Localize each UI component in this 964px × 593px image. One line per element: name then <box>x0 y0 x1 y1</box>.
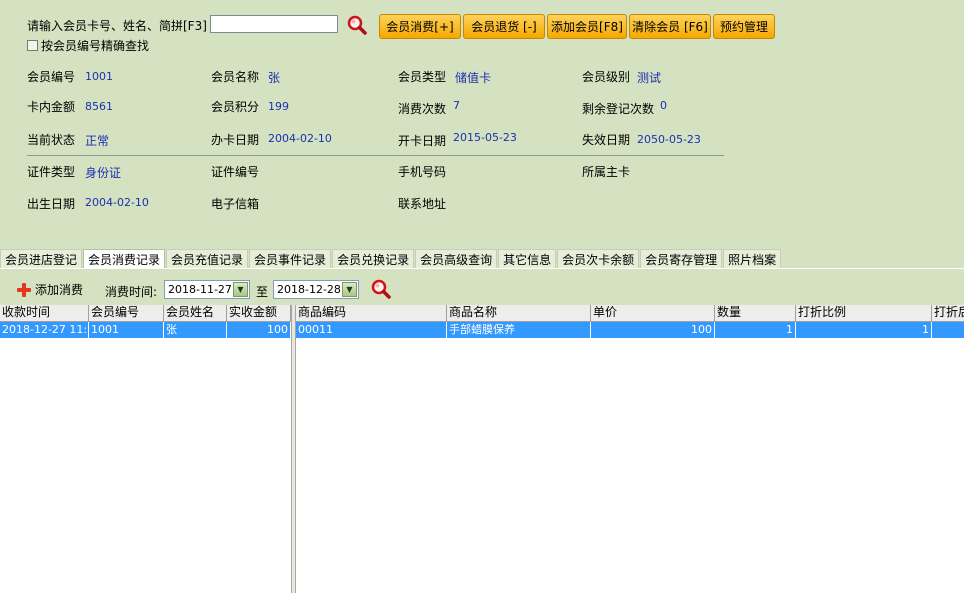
column-header[interactable]: 打折后 <box>932 305 964 321</box>
table-row[interactable]: 00011 手部蜡膜保养 100 1 1 <box>296 322 964 338</box>
tab-consume-records[interactable]: 会员消费记录 <box>83 249 166 269</box>
plus-icon <box>17 282 31 297</box>
add-consume-label: 添加消费 <box>35 283 84 297</box>
column-header[interactable]: 会员编号 <box>89 305 164 321</box>
column-header[interactable]: 数量 <box>715 305 796 321</box>
field-value-issue-date: 2004-02-10 <box>268 132 332 145</box>
field-label-status: 当前状态 <box>27 133 76 147</box>
column-header[interactable]: 单价 <box>591 305 715 321</box>
search-icon[interactable] <box>346 14 368 36</box>
field-value-id-type: 身份证 <box>85 166 122 180</box>
tab-deposit-management[interactable]: 会员寄存管理 <box>640 249 723 268</box>
field-label-email: 电子信箱 <box>211 197 260 211</box>
table-cell <box>932 322 964 338</box>
tab-advanced-query[interactable]: 会员高级查询 <box>415 249 498 268</box>
field-label-member-id: 会员编号 <box>27 70 76 84</box>
field-label-issue-date: 办卡日期 <box>211 133 260 147</box>
tab-exchange-records[interactable]: 会员兑换记录 <box>332 249 415 268</box>
table-cell: 1001 <box>89 322 164 338</box>
field-label-points: 会员积分 <box>211 100 260 114</box>
column-header[interactable]: 商品编码 <box>296 305 447 321</box>
tab-photo-archive[interactable]: 照片档案 <box>723 249 782 268</box>
field-label-consume-count: 消费次数 <box>398 102 447 116</box>
divider <box>27 155 724 156</box>
field-value-member-level: 测试 <box>637 71 662 85</box>
search-label: 请输入会员卡号、姓名、简拼[F3] <box>27 19 207 33</box>
tab-card-balance[interactable]: 会员次卡余额 <box>557 249 640 268</box>
field-value-open-date: 2015-05-23 <box>453 131 517 144</box>
field-value-points: 199 <box>268 100 289 113</box>
field-label-address: 联系地址 <box>398 197 447 211</box>
add-member-button[interactable]: 添加会员[F8] <box>547 14 627 39</box>
field-label-member-type: 会员类型 <box>398 70 447 84</box>
grid-header: 收款时间 会员编号 会员姓名 实收金额 <box>0 305 291 322</box>
field-value-status: 正常 <box>85 134 110 148</box>
table-cell: 1 <box>715 322 796 338</box>
table-row[interactable]: 2018-12-27 11: 1001 张 100 <box>0 322 291 338</box>
consume-time-label: 消费时间: <box>105 285 158 299</box>
date-to-value: 2018-12-28 <box>277 283 341 296</box>
grid-header: 商品编码 商品名称 单价 数量 打折比例 打折后 <box>296 305 964 322</box>
field-value-member-id: 1001 <box>85 70 113 83</box>
table-cell: 1 <box>796 322 932 338</box>
field-label-main-card: 所属主卡 <box>582 165 631 179</box>
member-return-button[interactable]: 会员退货 [-] <box>463 14 545 39</box>
field-label-member-level: 会员级别 <box>582 70 631 84</box>
tab-event-records[interactable]: 会员事件记录 <box>249 249 332 268</box>
table-cell: 张 <box>164 322 227 338</box>
table-cell: 100 <box>591 322 715 338</box>
field-label-remaining-count: 剩余登记次数 <box>582 102 655 116</box>
member-consume-button[interactable]: 会员消费[+] <box>379 14 461 39</box>
field-label-id-type: 证件类型 <box>27 165 76 179</box>
field-label-phone: 手机号码 <box>398 165 447 179</box>
column-header[interactable]: 收款时间 <box>0 305 89 321</box>
payment-grid: 收款时间 会员编号 会员姓名 实收金额 2018-12-27 11: 1001 … <box>0 305 291 593</box>
tab-recharge-records[interactable]: 会员充值记录 <box>166 249 249 268</box>
search-input[interactable] <box>210 15 338 33</box>
exact-match-checkbox[interactable]: 按会员编号精确查找 <box>27 37 149 54</box>
field-label-card-balance: 卡内金额 <box>27 100 76 114</box>
tab-bar: 会员进店登记 会员消费记录 会员充值记录 会员事件记录 会员兑换记录 会员高级查… <box>0 249 782 269</box>
date-from-value: 2018-11-27 <box>168 283 232 296</box>
field-label-expire-date: 失效日期 <box>582 133 631 147</box>
field-value-member-name: 张 <box>268 71 281 85</box>
table-cell: 手部蜡膜保养 <box>447 322 591 338</box>
tab-store-checkin[interactable]: 会员进店登记 <box>0 249 83 268</box>
column-header[interactable]: 商品名称 <box>447 305 591 321</box>
date-from-picker[interactable]: 2018-11-27 ▼ <box>164 280 250 299</box>
chevron-down-icon[interactable]: ▼ <box>233 282 248 297</box>
field-label-id-number: 证件编号 <box>211 165 260 179</box>
field-value-birth-date: 2004-02-10 <box>85 196 149 209</box>
field-label-open-date: 开卡日期 <box>398 134 447 148</box>
to-label: 至 <box>256 285 269 299</box>
search-icon[interactable] <box>370 278 392 300</box>
tab-other-info[interactable]: 其它信息 <box>498 249 557 268</box>
field-value-card-balance: 8561 <box>85 100 113 113</box>
column-header[interactable]: 实收金额 <box>227 305 291 321</box>
clear-member-button[interactable]: 清除会员 [F6] <box>629 14 711 39</box>
table-cell: 00011 <box>296 322 447 338</box>
field-value-expire-date: 2050-05-23 <box>637 133 701 146</box>
field-value-remaining-count: 0 <box>660 99 667 112</box>
field-label-birth-date: 出生日期 <box>27 197 76 211</box>
field-value-consume-count: 7 <box>453 99 460 112</box>
field-label-member-name: 会员名称 <box>211 70 260 84</box>
tab-underline <box>0 268 964 269</box>
column-header[interactable]: 打折比例 <box>796 305 932 321</box>
add-consume-button[interactable]: 添加消费 <box>17 281 83 298</box>
table-cell: 100 <box>227 322 291 338</box>
table-cell: 2018-12-27 11: <box>2 322 89 338</box>
appointment-button[interactable]: 预约管理 <box>713 14 775 39</box>
field-value-member-type: 储值卡 <box>455 71 492 85</box>
exact-match-label: 按会员编号精确查找 <box>41 39 150 53</box>
chevron-down-icon[interactable]: ▼ <box>342 282 357 297</box>
checkbox-box[interactable] <box>27 40 38 51</box>
date-to-picker[interactable]: 2018-12-28 ▼ <box>273 280 359 299</box>
items-grid: 商品编码 商品名称 单价 数量 打折比例 打折后 00011 手部蜡膜保养 10… <box>296 305 964 593</box>
column-header[interactable]: 会员姓名 <box>164 305 227 321</box>
